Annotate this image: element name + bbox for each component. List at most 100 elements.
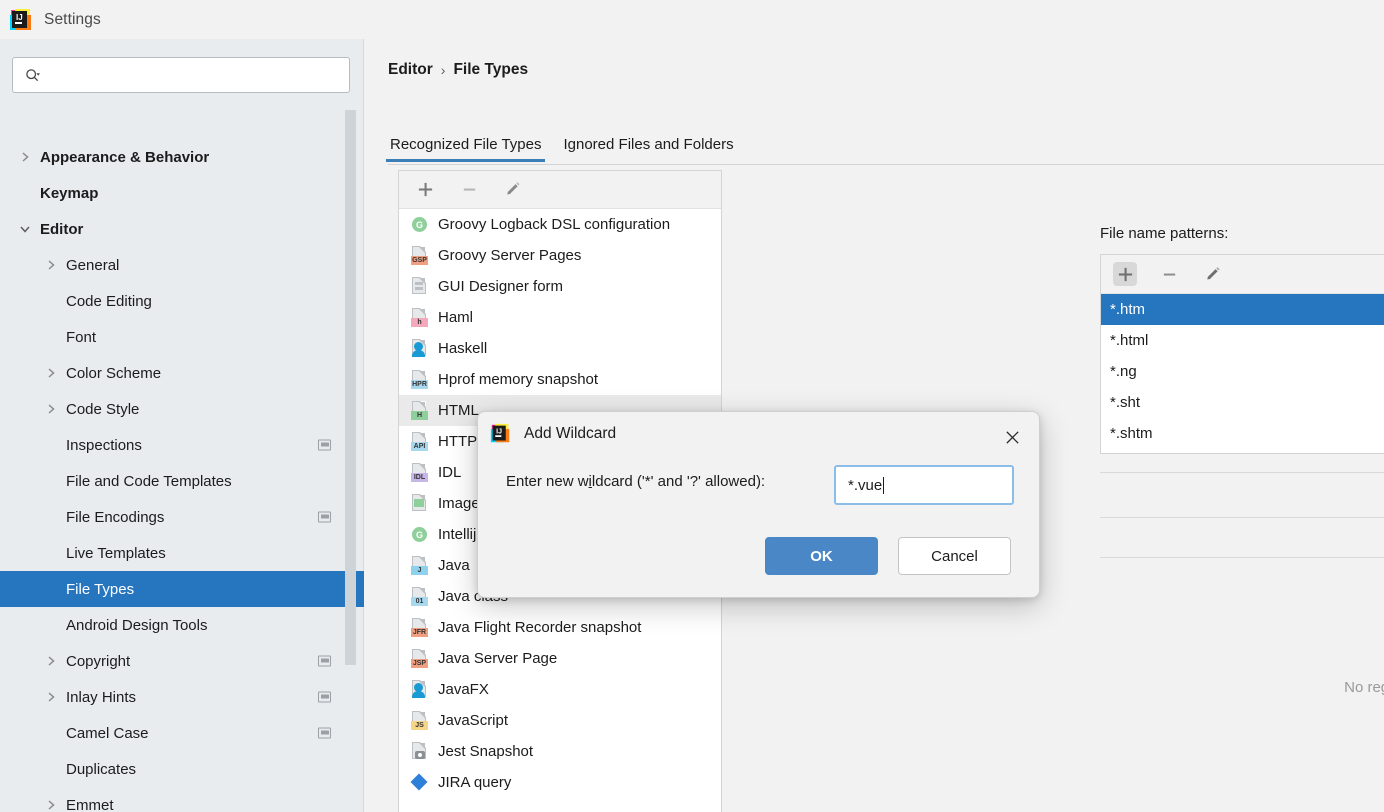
chevron-right-icon[interactable] [44,366,58,380]
add-pattern-button[interactable] [1113,262,1137,286]
close-icon[interactable] [1001,426,1023,448]
search-box[interactable] [12,57,350,93]
project-scope-icon [318,439,331,451]
file-type-row[interactable]: JS JavaScript [399,705,721,736]
file-type-row[interactable]: JavaFX [399,674,721,705]
sidebar-item-label: Duplicates [66,760,137,778]
sidebar-item-color-scheme[interactable]: Color Scheme [0,355,364,391]
settings-tree: Appearance & Behavior Keymap Editor General… [0,139,364,812]
project-scope-icon [318,727,331,739]
file-type-row[interactable]: JFR Java Flight Recorder snapshot [399,612,721,643]
sidebar-item-label: Inspections [66,436,142,454]
chevron-down-icon[interactable] [18,222,32,236]
sidebar-item-label: Copyright [66,652,131,670]
sidebar-item-code-editing[interactable]: Code Editing [0,283,364,319]
patterns-toolbar [1101,255,1384,294]
wildcard-input[interactable]: *.vue [834,465,1014,505]
project-scope-icon [318,511,331,523]
file-type-label: IDL [438,464,462,481]
remove-file-type-button[interactable] [457,178,481,202]
chevron-right-icon[interactable] [44,402,58,416]
pattern-row[interactable]: *.shtm [1101,418,1384,449]
groovy-circle-icon: G [411,525,428,544]
file-type-label: Haml [438,309,474,326]
sidebar-item-general[interactable]: General [0,247,364,283]
remove-pattern-button[interactable] [1157,262,1181,286]
file-type-row[interactable]: GSP Groovy Server Pages [399,240,721,271]
sidebar-item-label: Camel Case [66,724,149,742]
dialog-intellij-idea-logo-icon: IJ [490,423,511,444]
pattern-row[interactable]: *.htm [1101,294,1384,325]
file-type-row[interactable]: h Haml [399,302,721,333]
chevron-right-icon[interactable] [44,690,58,704]
cancel-button[interactable]: Cancel [898,537,1011,575]
tab-ignored-files-and-folders[interactable]: Ignored Files and Folders [561,136,735,162]
breadcrumb: Editor › File Types [388,61,528,79]
sidebar-item-inlay-hints[interactable]: Inlay Hints [0,679,364,715]
file-type-row[interactable]: JSP Java Server Page [399,643,721,674]
doc-tag-icon: H [411,401,428,420]
file-type-label: Java Server Page [438,650,558,667]
breadcrumb-separator-icon: › [440,62,446,78]
file-type-label: JavaFX [438,681,489,698]
sidebar-item-emmet[interactable]: Emmet [0,787,364,812]
sidebar-item-copyright[interactable]: Copyright [0,643,364,679]
sidebar-item-label: Live Templates [66,544,166,562]
tab-recognized-file-types[interactable]: Recognized File Types [385,136,546,162]
doc-tag-icon: JSP [411,649,428,668]
sidebar-item-file-and-code-templates[interactable]: File and Code Templates [0,463,364,499]
sidebar-item-label: File Encodings [66,508,165,526]
sidebar-item-label: Inlay Hints [66,688,137,706]
sidebar-item-label: Code Style [66,400,140,418]
sidebar-item-live-templates[interactable]: Live Templates [0,535,364,571]
edit-file-type-button[interactable] [501,178,525,202]
sidebar-item-camel-case[interactable]: Camel Case [0,715,364,751]
file-type-row[interactable]: Haskell [399,333,721,364]
edit-pattern-button[interactable] [1201,262,1225,286]
chevron-right-icon[interactable] [18,150,32,164]
pattern-row[interactable]: *.ng [1101,356,1384,387]
chevron-right-icon[interactable] [44,798,58,812]
chevron-right-icon[interactable] [44,258,58,272]
search-icon [25,68,40,83]
file-type-row[interactable]: GUI Designer form [399,271,721,302]
sidebar-item-keymap[interactable]: Keymap [0,175,364,211]
file-type-row[interactable]: Jest Snapshot [399,736,721,767]
sidebar-item-code-style[interactable]: Code Style [0,391,364,427]
sidebar-item-font[interactable]: Font [0,319,364,355]
sidebar-item-duplicates[interactable]: Duplicates [0,751,364,787]
form-doc-icon [411,277,428,296]
diamond-icon [410,773,428,792]
breadcrumb-parent[interactable]: Editor [388,61,433,79]
sidebar-item-appearance-behavior[interactable]: Appearance & Behavior [0,139,364,175]
file-name-patterns-panel: *.htm *.html *.ng *.sht *.shtm [1100,254,1384,454]
groovy-circle-icon: G [411,215,428,234]
file-type-row[interactable]: G Groovy Logback DSL configuration [399,209,721,240]
sidebar-scrollbar[interactable] [345,110,356,665]
sidebar-item-android-design-tools[interactable]: Android Design Tools [0,607,364,643]
search-input[interactable] [42,67,349,83]
sidebar-item-file-types[interactable]: File Types [0,571,364,607]
chevron-right-icon[interactable] [44,654,58,668]
settings-sidebar: Appearance & Behavior Keymap Editor General… [0,39,364,812]
image-doc-icon [411,494,428,513]
add-file-type-button[interactable] [413,178,437,202]
pattern-row[interactable]: *.html [1101,325,1384,356]
sidebar-item-inspections[interactable]: Inspections [0,427,364,463]
sidebar-item-file-encodings[interactable]: File Encodings [0,499,364,535]
file-type-label: JIRA query [438,774,512,791]
ok-button[interactable]: OK [765,537,878,575]
title-bar: IJ Settings [0,0,1384,39]
person-doc-icon [411,680,428,699]
doc-tag-icon: HPR [411,370,428,389]
sidebar-item-editor[interactable]: Editor [0,211,364,247]
file-type-row[interactable]: JIRA query [399,767,721,798]
file-type-row[interactable]: HPR Hprof memory snapshot [399,364,721,395]
doc-tag-icon: IDL [411,463,428,482]
pattern-row[interactable]: *.sht [1101,387,1384,418]
sidebar-scrollbar-thumb[interactable] [346,111,355,664]
add-wildcard-dialog: IJ Add Wildcard Enter new wildcard ('*' … [477,411,1040,598]
patterns-list[interactable]: *.htm *.html *.ng *.sht *.shtm [1101,294,1384,449]
